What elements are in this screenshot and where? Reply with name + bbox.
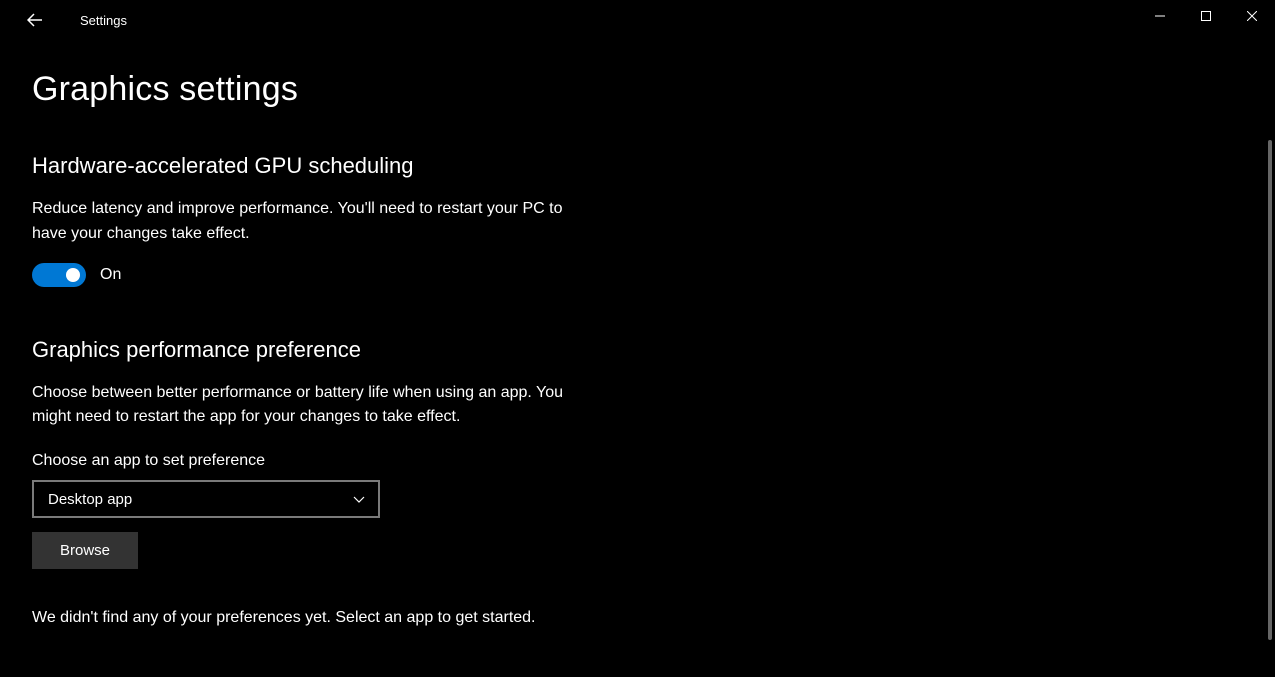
window-controls [1137,0,1275,32]
close-button[interactable] [1229,0,1275,32]
gpu-toggle-label: On [100,266,121,284]
empty-preferences-message: We didn't find any of your preferences y… [32,609,1243,627]
app-selector-label: Choose an app to set preference [32,452,1243,470]
content-area: Graphics settings Hardware-accelerated G… [0,40,1275,627]
scrollbar[interactable] [1268,140,1272,640]
minimize-icon [1155,11,1165,21]
gpu-toggle-row: On [32,263,1243,287]
window-title: Settings [80,13,127,28]
gpu-scheduling-toggle[interactable] [32,263,86,287]
titlebar: Settings [0,0,1275,40]
performance-pref-description: Choose between better performance or bat… [32,381,592,431]
toggle-knob [66,268,80,282]
back-button[interactable] [20,5,50,35]
app-type-dropdown[interactable]: Desktop app [32,480,380,518]
back-arrow-icon [27,12,43,28]
performance-pref-heading: Graphics performance preference [32,337,1243,363]
chevron-down-icon [352,492,366,506]
maximize-icon [1201,11,1211,21]
close-icon [1247,11,1257,21]
page-title: Graphics settings [32,70,1243,109]
gpu-scheduling-description: Reduce latency and improve performance. … [32,197,592,247]
dropdown-selected-value: Desktop app [48,491,132,508]
gpu-scheduling-heading: Hardware-accelerated GPU scheduling [32,153,1243,179]
maximize-button[interactable] [1183,0,1229,32]
minimize-button[interactable] [1137,0,1183,32]
browse-button[interactable]: Browse [32,532,138,569]
